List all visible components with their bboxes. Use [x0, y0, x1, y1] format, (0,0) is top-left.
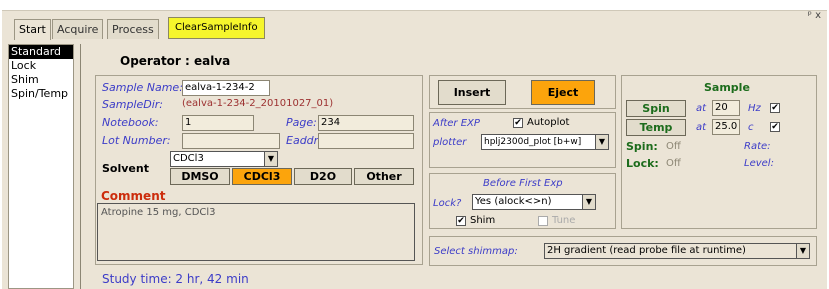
temp-checkbox[interactable]: ✔ — [770, 122, 780, 132]
rate-label: Rate: — [744, 141, 771, 152]
shimmap-select-value: 2H gradient (read probe file at runtime) — [547, 245, 746, 256]
tune-checkbox[interactable] — [538, 216, 548, 226]
eaddr-field[interactable] — [318, 133, 414, 149]
lock-question-label: Lock? — [433, 198, 462, 209]
lock-select-value: Yes (alock<>n) — [475, 196, 552, 207]
shim-label: Shim — [470, 215, 496, 226]
lot-number-label: Lot Number: — [102, 134, 171, 147]
temp-field[interactable]: 25.0 — [712, 119, 740, 135]
notebook-field[interactable]: 1 — [182, 115, 254, 131]
operator-label: Operator : ealva — [120, 54, 231, 68]
sample-name-label: Sample Name: — [102, 81, 183, 94]
spin-status-label: Spin: — [626, 140, 658, 153]
solvent-cdcl3-button[interactable]: CDCl3 — [232, 168, 292, 185]
chevron-down-icon: ▼ — [796, 244, 809, 258]
tab-start[interactable]: Start — [14, 19, 51, 40]
clear-sample-info-button[interactable]: ClearSampleInfo — [168, 17, 265, 39]
autoplot-checkbox[interactable]: ✔ — [513, 118, 523, 128]
plotter-label: plotter — [433, 137, 467, 148]
chevron-down-icon: ▼ — [595, 135, 608, 149]
shimmap-label: Select shimmap: — [434, 246, 518, 257]
lot-number-field[interactable] — [182, 133, 280, 149]
sample-dir-label: SampleDir: — [102, 98, 163, 111]
left-nav-list[interactable]: Standard Lock Shim Spin/Temp — [8, 44, 74, 289]
eaddr-label: Eaddr — [286, 134, 319, 147]
left-nav-item-lock[interactable]: Lock — [9, 59, 73, 73]
shim-checkbox[interactable]: ✔ — [456, 216, 466, 226]
page-field[interactable]: 234 — [318, 115, 414, 131]
tune-label: Tune — [552, 215, 576, 226]
level-label: Level: — [744, 158, 774, 169]
notebook-label: Notebook: — [102, 116, 159, 129]
insert-button[interactable]: Insert — [438, 80, 506, 105]
chevron-down-icon: ▼ — [264, 152, 277, 166]
after-exp-label: After EXP — [433, 118, 480, 129]
lock-status-value: Off — [666, 158, 681, 169]
solvent-select[interactable]: CDCl3 ▼ — [170, 151, 278, 167]
solvent-d2o-button[interactable]: D2O — [294, 168, 352, 185]
spin-checkbox[interactable]: ✔ — [770, 103, 780, 113]
comment-label: Comment — [101, 189, 166, 203]
chevron-down-icon: ▼ — [582, 195, 595, 209]
solvent-label: Solvent — [102, 162, 149, 175]
tab-process[interactable]: Process — [107, 19, 159, 39]
plotter-select[interactable]: hplj2300d_plot [b+w] ▼ — [481, 134, 609, 150]
eject-button[interactable]: Eject — [531, 80, 595, 105]
celsius-label: c — [748, 122, 754, 133]
comment-textarea[interactable]: Atropine 15 mg, CDCl3 — [97, 203, 415, 261]
left-nav-item-standard[interactable]: Standard — [9, 45, 73, 59]
plotter-select-value: hplj2300d_plot [b+w] — [484, 137, 582, 147]
temp-at-label: at — [696, 122, 707, 133]
lock-status-label: Lock: — [626, 157, 659, 170]
spin-at-label: at — [696, 103, 707, 114]
tab-acquire[interactable]: Acquire — [52, 19, 104, 39]
shimmap-select[interactable]: 2H gradient (read probe file at runtime)… — [544, 243, 810, 259]
left-nav-item-spintemp[interactable]: Spin/Temp — [9, 87, 73, 101]
page-label: Page: — [286, 116, 317, 129]
before-first-exp-label: Before First Exp — [483, 178, 563, 189]
solvent-dmso-button[interactable]: DMSO — [170, 168, 230, 185]
autoplot-label: Autoplot — [527, 117, 570, 128]
left-nav-item-shim[interactable]: Shim — [9, 73, 73, 87]
sample-dir-value: (ealva-1-234-2_20101027_01) — [182, 98, 334, 109]
divider — [80, 44, 81, 289]
sample-panel-title: Sample — [704, 81, 750, 94]
spin-rate-field[interactable]: 20 — [712, 100, 740, 116]
pin-icon[interactable]: ᵖ x — [808, 10, 821, 21]
sample-name-field[interactable]: ealva-1-234-2 — [182, 80, 270, 96]
temp-button[interactable]: Temp — [626, 119, 686, 136]
lock-select[interactable]: Yes (alock<>n) ▼ — [472, 194, 596, 210]
hz-label: Hz — [748, 103, 761, 114]
spin-status-value: Off — [666, 141, 681, 152]
spin-button[interactable]: Spin — [626, 100, 686, 117]
solvent-select-value: CDCl3 — [173, 153, 204, 164]
study-time: Study time: 2 hr, 42 min — [102, 272, 249, 286]
solvent-other-button[interactable]: Other — [354, 168, 414, 185]
